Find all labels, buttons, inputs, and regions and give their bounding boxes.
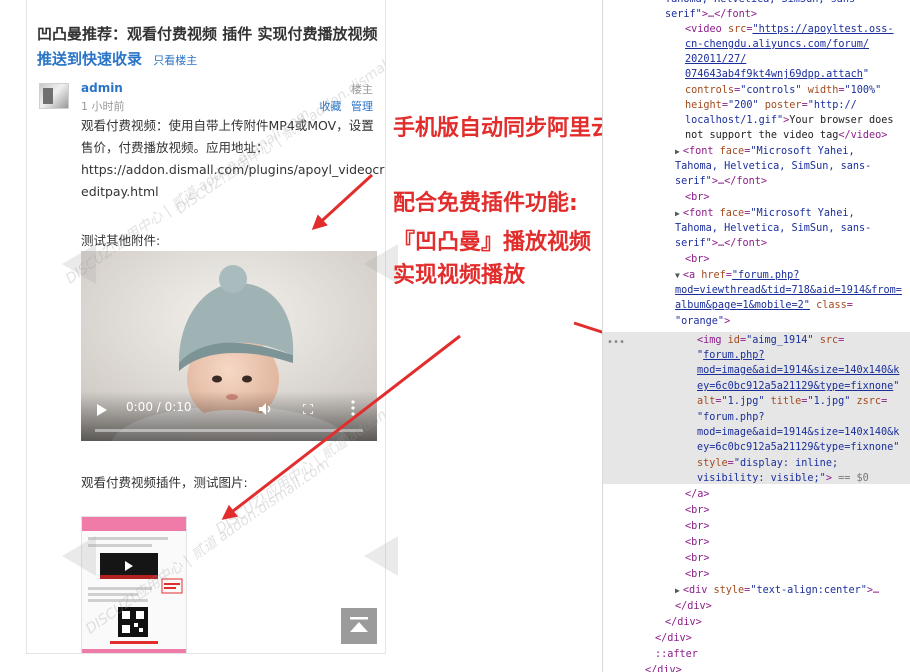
dom-line[interactable]: <br> (685, 519, 710, 535)
node-ellipsis[interactable]: ••• (607, 335, 625, 351)
dom-line[interactable]: "forum.php? (697, 348, 764, 364)
dom-line[interactable]: ey=6c0bc912a5a21129&type=fixnone" (697, 379, 899, 395)
dom-line[interactable]: </div> (675, 599, 712, 615)
dom-line[interactable]: ▶ <font face="Microsoft Yahei, (675, 206, 855, 222)
dom-line[interactable]: "orange"> (675, 314, 730, 330)
dom-line[interactable]: serif">…</font> (675, 236, 767, 252)
dom-line[interactable]: controls="controls" width="100%" (685, 83, 881, 99)
dom-line[interactable]: cn-chengdu.aliyuncs.com/forum/ (685, 37, 869, 53)
dom-line[interactable]: ▶ <font face="Microsoft Yahei, (675, 144, 855, 160)
dom-line[interactable]: ey=6c0bc912a5a21129&type=fixnone" (697, 440, 899, 456)
dom-line[interactable]: <br> (685, 252, 710, 268)
dom-line[interactable]: Tahoma, Helvetica, SimSun, sans- (675, 221, 871, 237)
dom-line[interactable]: mod=viewthread&tid=718&aid=1914&from= (675, 283, 902, 299)
dom-line[interactable]: <video src="https://apoyltest.oss- (685, 22, 894, 38)
dom-line[interactable]: <br> (685, 535, 710, 551)
dom-line[interactable]: ::after (655, 647, 698, 663)
dom-line[interactable]: ▶ <div style="text-align:center">… (675, 583, 879, 599)
dom-line[interactable]: style="display: inline; (697, 456, 838, 472)
dom-line[interactable]: alt="1.jpg" title="1.jpg" zsrc= (697, 394, 887, 410)
dom-line[interactable]: <br> (685, 567, 710, 583)
dom-line[interactable]: </div> (655, 631, 692, 647)
dom-line[interactable]: </div> (665, 615, 702, 631)
dom-line[interactable]: <br> (685, 503, 710, 519)
dom-line[interactable]: visibility: visible;"> == $0 (697, 471, 869, 487)
dom-line[interactable]: </div> (645, 663, 682, 672)
dom-line[interactable]: mod=image&aid=1914&size=140x140&k (697, 363, 899, 379)
dom-line[interactable]: 074643ab4f9kt4wnj69dpp.attach" (685, 67, 869, 83)
dom-line[interactable]: <br> (685, 190, 710, 206)
dom-line[interactable]: Tahoma, Helvetica, SimSun, sans- (675, 159, 871, 175)
dom-line[interactable]: ▼ <a href="forum.php? (675, 268, 799, 284)
dom-line[interactable]: </a> (685, 487, 710, 503)
dom-line[interactable]: localhost/1.gif">Your browser does (685, 113, 894, 129)
dom-line[interactable]: <br> (685, 551, 710, 567)
devtools-elements-panel: ••• Tahoma, Helvetica, SimSun, sans- ser… (602, 0, 910, 672)
dom-line[interactable]: height="200" poster="http:// (685, 98, 857, 114)
dom-line[interactable]: "forum.php? (697, 410, 764, 426)
dom-line[interactable]: not support the video tag</video> (685, 128, 887, 144)
dom-line[interactable]: <img id="aimg_1914" src= (697, 333, 844, 349)
dom-line[interactable]: serif">…</font> (665, 7, 757, 23)
dom-line[interactable]: serif">…</font> (675, 174, 767, 190)
dom-line[interactable]: 202011/27/ (685, 52, 746, 68)
dom-line[interactable]: mod=image&aid=1914&size=140x140&k (697, 425, 899, 441)
dom-line[interactable]: album&page=1&mobile=2" class= (675, 298, 853, 314)
